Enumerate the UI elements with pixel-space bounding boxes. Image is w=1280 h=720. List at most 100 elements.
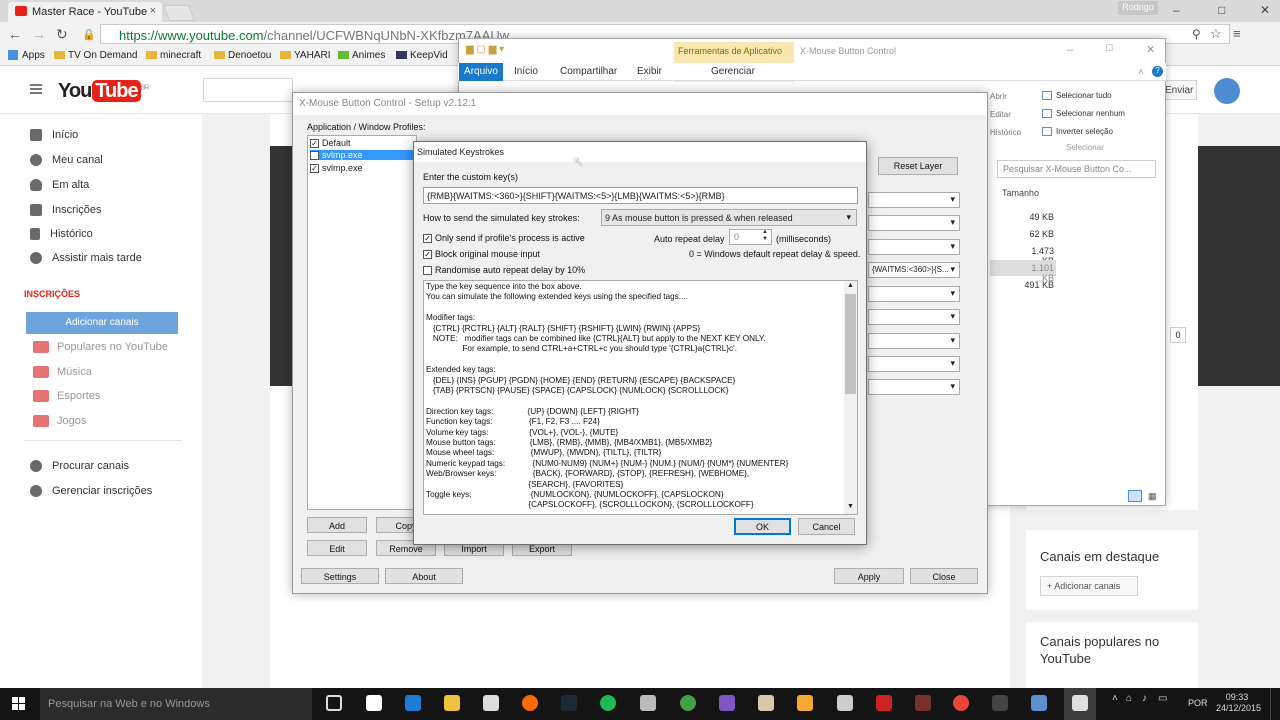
- button-action-combo[interactable]: [868, 309, 960, 325]
- add-profile-button[interactable]: Add: [307, 517, 367, 533]
- whatsapp-icon[interactable]: [680, 695, 696, 711]
- maximize-icon[interactable]: □: [1218, 3, 1225, 17]
- bookmark-animes[interactable]: Animes: [338, 50, 385, 61]
- app-icon[interactable]: [915, 695, 931, 711]
- explorer-maximize-icon[interactable]: □: [1106, 42, 1113, 54]
- sub-music[interactable]: Música: [33, 366, 92, 379]
- edit-profile-button[interactable]: Edit: [307, 540, 367, 556]
- profile-item[interactable]: ✓ Default: [310, 138, 351, 149]
- button-action-combo[interactable]: [868, 286, 960, 302]
- close-tab-icon[interactable]: ×: [150, 5, 156, 17]
- app-icon[interactable]: [876, 695, 892, 711]
- explorer-search-input[interactable]: Pesquisar X-Mouse Button Co...: [997, 160, 1156, 178]
- guide-item-home[interactable]: Início: [30, 129, 78, 142]
- back-icon[interactable]: ←: [8, 26, 22, 42]
- tray-chevron-icon[interactable]: ˄: [1112, 693, 1118, 704]
- show-desktop-button[interactable]: [1270, 688, 1280, 720]
- sub-sports[interactable]: Esportes: [33, 390, 100, 403]
- file-explorer-icon[interactable]: [444, 695, 460, 711]
- youtube-search-input[interactable]: [203, 78, 293, 102]
- steam-icon[interactable]: [561, 695, 577, 711]
- store-icon[interactable]: [483, 695, 499, 711]
- ribbon-collapse-icon[interactable]: ˄: [1138, 67, 1144, 78]
- open-button[interactable]: Abrir: [990, 88, 1021, 106]
- ok-button[interactable]: OK: [734, 518, 791, 535]
- button-action-combo[interactable]: [868, 192, 960, 208]
- profile-chip[interactable]: Rodrigo: [1118, 1, 1158, 15]
- featured-add-button[interactable]: + Adicionar canais: [1040, 576, 1138, 596]
- app-icon[interactable]: [1031, 695, 1047, 711]
- new-tab-button[interactable]: [163, 5, 195, 21]
- scrollbar-thumb[interactable]: [845, 294, 856, 394]
- star-icon[interactable]: ☆: [1210, 26, 1222, 42]
- bookmark-apps[interactable]: Apps: [8, 50, 45, 61]
- guide-item-my-channel[interactable]: Meu canal: [30, 154, 103, 167]
- app-icon[interactable]: [366, 695, 382, 711]
- ribbon-tab-share[interactable]: Compartilhar: [560, 66, 617, 77]
- bookmark-tv-on-demand[interactable]: TV On Demand: [54, 50, 137, 61]
- volume-icon[interactable]: ♪: [1142, 693, 1147, 704]
- guide-item-watch-later[interactable]: Assistir mais tarde: [30, 252, 142, 265]
- button-action-combo[interactable]: [868, 239, 960, 255]
- action-center-icon[interactable]: ▭: [1158, 693, 1167, 704]
- scroll-up-icon[interactable]: ▲: [847, 282, 854, 289]
- cancel-button[interactable]: Cancel: [798, 518, 855, 535]
- task-view-icon[interactable]: [326, 695, 342, 711]
- only-send-checkbox[interactable]: ✓ Only send if profile's process is activ…: [423, 233, 585, 244]
- button-action-combo[interactable]: {WAITMS:<360>}{S...: [868, 262, 960, 278]
- taskbar-search-input[interactable]: Pesquisar na Web e no Windows: [40, 688, 312, 720]
- app-icon[interactable]: [837, 695, 853, 711]
- close-button[interactable]: Close: [910, 568, 978, 584]
- close-window-icon[interactable]: ✕: [1260, 3, 1270, 17]
- browser-tab[interactable]: Master Race - YouTube ×: [8, 2, 162, 22]
- minimize-icon[interactable]: –: [1173, 3, 1180, 17]
- button-action-combo[interactable]: [868, 356, 960, 372]
- history-button[interactable]: Histórico: [990, 124, 1021, 142]
- randomise-checkbox[interactable]: Randomise auto repeat delay by 10%: [423, 265, 585, 276]
- bookmark-denoetou[interactable]: Denoetou: [214, 50, 271, 61]
- reload-icon[interactable]: ↻: [56, 26, 68, 43]
- reset-layer-button[interactable]: Reset Layer: [878, 157, 958, 175]
- about-button[interactable]: About: [385, 568, 463, 584]
- guide-browse-channels[interactable]: Procurar canais: [30, 460, 129, 473]
- profiles-list[interactable]: [307, 135, 417, 510]
- guide-menu-icon[interactable]: [30, 84, 42, 94]
- clock[interactable]: 09:33 24/12/2015: [1216, 692, 1261, 714]
- avatar[interactable]: [1214, 78, 1240, 104]
- search-icon[interactable]: ⚲: [1192, 27, 1201, 41]
- add-channels-button[interactable]: Adicionar canais: [26, 312, 178, 334]
- bookmark-yahari[interactable]: YAHARI: [280, 50, 331, 61]
- app-icon[interactable]: [758, 695, 774, 711]
- button-action-combo[interactable]: [868, 333, 960, 349]
- button-action-combo[interactable]: [868, 215, 960, 231]
- youtube-logo[interactable]: You Tube BR: [58, 80, 149, 103]
- scroll-down-icon[interactable]: ▼: [847, 503, 854, 510]
- app-icon[interactable]: [719, 695, 735, 711]
- forward-icon[interactable]: →: [32, 26, 46, 42]
- app-icon[interactable]: [797, 695, 813, 711]
- select-none-button[interactable]: Selecionar nenhum: [1042, 105, 1125, 123]
- edit-button[interactable]: Editar: [990, 106, 1021, 124]
- ribbon-tab-home[interactable]: Início: [514, 66, 538, 77]
- send-mode-select[interactable]: 9 As mouse button is pressed & when rele…: [601, 209, 857, 226]
- language-indicator[interactable]: POR: [1188, 698, 1208, 708]
- large-icons-view-icon[interactable]: ▦: [1148, 491, 1157, 502]
- windows-start-icon[interactable]: [12, 697, 26, 711]
- bookmark-minecraft[interactable]: minecraft: [146, 50, 201, 61]
- block-input-checkbox[interactable]: ✓ Block original mouse input: [423, 249, 540, 260]
- ribbon-tab-manage[interactable]: Gerenciar: [711, 66, 755, 77]
- network-icon[interactable]: ⌂: [1126, 693, 1132, 704]
- select-all-button[interactable]: Selecionar tudo: [1042, 87, 1125, 105]
- sub-popular[interactable]: Populares no YouTube: [33, 341, 168, 354]
- guide-item-trending[interactable]: Em alta: [30, 179, 89, 192]
- custom-keys-input[interactable]: {RMB}{WAITMS:<360>}{SHIFT}{WAITMS:<5>}{L…: [423, 187, 858, 204]
- size-column-header[interactable]: Tamanho: [1002, 188, 1039, 198]
- profile-item[interactable]: svlmp.exe: [310, 150, 414, 161]
- edge-icon[interactable]: [405, 695, 421, 711]
- origin-icon[interactable]: [522, 695, 538, 711]
- button-action-combo[interactable]: [868, 379, 960, 395]
- explorer-close-icon[interactable]: ✕: [1146, 43, 1155, 56]
- menu-icon[interactable]: ≡: [1233, 26, 1241, 41]
- ribbon-tab-view[interactable]: Exibir: [637, 66, 662, 77]
- app-icon[interactable]: [992, 695, 1008, 711]
